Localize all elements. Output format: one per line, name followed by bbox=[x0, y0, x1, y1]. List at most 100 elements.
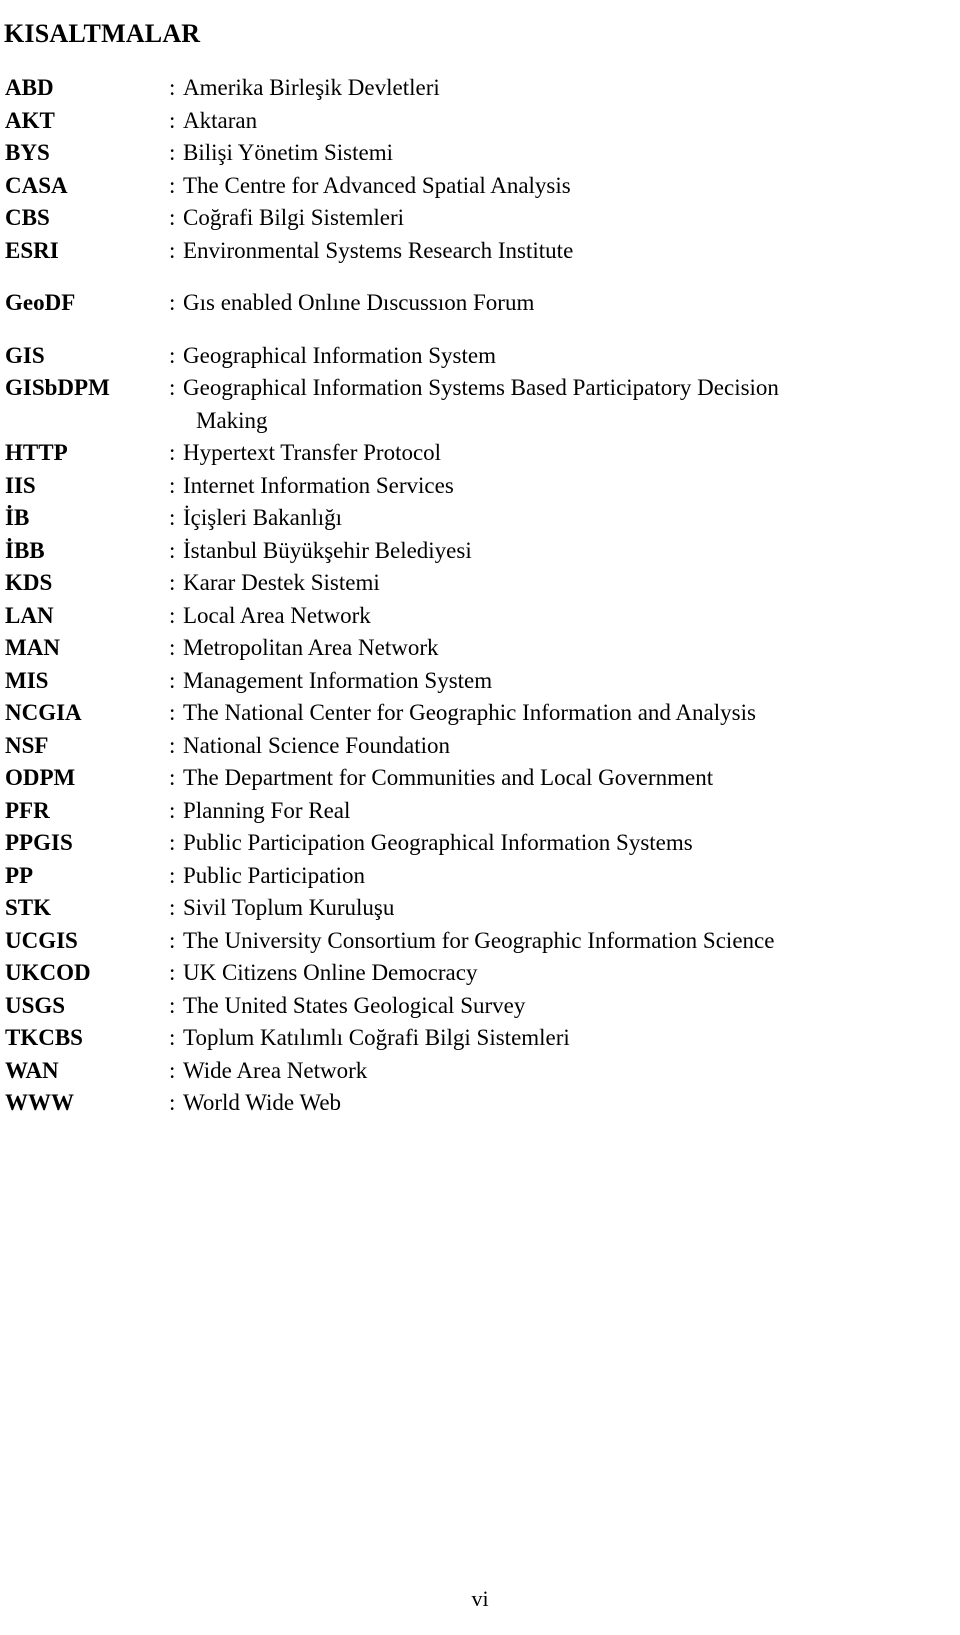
abbreviation-definition: Planning For Real bbox=[183, 797, 351, 823]
abbreviation-row: CASA: The Centre for Advanced Spatial Ana… bbox=[0, 170, 960, 203]
abbreviation-separator: : bbox=[169, 375, 176, 400]
abbreviation-definition: Coğrafi Bilgi Sistemleri bbox=[183, 205, 405, 230]
abbreviation-row: ABD: Amerika Birleşik Devletleri bbox=[0, 72, 960, 105]
abbreviation-row: WWW: World Wide Web bbox=[0, 1087, 960, 1120]
abbreviation-term: TKCBS bbox=[5, 1025, 83, 1050]
abbreviation-term: İBB bbox=[5, 537, 45, 563]
abbreviation-definition: Internet Information Services bbox=[183, 472, 454, 498]
abbreviation-term: ABD bbox=[5, 75, 54, 100]
abbreviation-row: BYS: Bilişi Yönetim Sistemi bbox=[0, 137, 960, 170]
abbreviation-row: İB: İçişleri Bakanlığı bbox=[0, 502, 960, 535]
abbreviation-separator: : bbox=[169, 1090, 176, 1115]
abbreviation-term: PP bbox=[5, 862, 34, 888]
abbreviation-separator: : bbox=[169, 505, 176, 530]
abbreviation-separator: : bbox=[169, 237, 176, 263]
abbreviation-row: GIS: Geographical Information System bbox=[0, 340, 960, 373]
abbreviation-definition: World Wide Web bbox=[183, 1090, 342, 1115]
abbreviation-row: IIS: Internet Information Services bbox=[0, 470, 960, 503]
abbreviation-definition: Local Area Network bbox=[183, 602, 371, 628]
abbreviation-row: TKCBS: Toplum Katılımlı Coğrafi Bilgi Sis… bbox=[0, 1022, 960, 1055]
abbreviation-separator: : bbox=[169, 1025, 176, 1050]
abbreviation-definition: The National Center for Geographic Infor… bbox=[183, 700, 756, 725]
abbreviation-term: WAN bbox=[5, 1057, 59, 1083]
abbreviation-separator: : bbox=[169, 602, 176, 628]
abbreviation-definition: Environmental Systems Research Institute bbox=[183, 237, 574, 263]
abbreviation-definition: Amerika Birleşik Devletleri bbox=[183, 75, 440, 100]
abbreviation-separator: : bbox=[169, 75, 176, 100]
abbreviation-term: LAN bbox=[5, 602, 54, 628]
abbreviation-separator: : bbox=[169, 290, 176, 315]
abbreviation-definition: Hypertext Transfer Protocol bbox=[183, 440, 442, 465]
abbreviation-row: CBS: Coğrafi Bilgi Sistemleri bbox=[0, 202, 960, 235]
abbreviation-row: UCGIS: The University Consortium for Geog… bbox=[0, 925, 960, 958]
abbreviation-definition: National Science Foundation bbox=[183, 732, 450, 758]
abbreviation-row: KDS: Karar Destek Sistemi bbox=[0, 567, 960, 600]
abbreviation-definition: Aktaran bbox=[183, 107, 258, 133]
abbreviation-separator: : bbox=[169, 667, 176, 693]
abbreviation-separator: : bbox=[169, 635, 176, 660]
abbreviation-separator: : bbox=[169, 927, 176, 953]
abbreviation-term: UCGIS bbox=[5, 927, 78, 953]
abbreviation-term: MIS bbox=[5, 667, 49, 693]
abbreviation-definition: The Centre for Advanced Spatial Analysis bbox=[183, 172, 571, 198]
abbreviation-definition: İstanbul Büyükşehir Belediyesi bbox=[183, 537, 472, 563]
abbreviation-term: HTTP bbox=[5, 440, 68, 465]
abbreviation-separator: : bbox=[169, 205, 176, 230]
abbreviation-definition: İçişleri Bakanlığı bbox=[183, 505, 343, 530]
abbreviation-term: NSF bbox=[5, 732, 49, 758]
abbreviation-row: MAN: Metropolitan Area Network bbox=[0, 632, 960, 665]
abbreviation-row: HTTP: Hypertext Transfer Protocol bbox=[0, 437, 960, 470]
abbreviation-row: GISbDPM: Geographical Information Systems… bbox=[0, 372, 960, 405]
abbreviation-definition: Management Information System bbox=[183, 667, 493, 693]
abbreviation-definition: The Department for Communities and Local… bbox=[183, 765, 714, 790]
abbreviation-definition: Gıs enabled Onlıne Dıscussıon Forum bbox=[183, 290, 535, 315]
abbreviations-page: KISALTMALAR ABD: Amerika Birleşik Devletl… bbox=[0, 0, 960, 1635]
abbreviation-term: BYS bbox=[5, 140, 50, 165]
abbreviation-definition: Sivil Toplum Kuruluşu bbox=[183, 895, 395, 920]
abbreviation-term: IIS bbox=[5, 472, 36, 498]
abbreviation-definition: Toplum Katılımlı Coğrafi Bilgi Sistemler… bbox=[183, 1025, 570, 1050]
abbreviation-definition: Karar Destek Sistemi bbox=[183, 570, 380, 595]
abbreviation-separator: : bbox=[169, 1057, 176, 1083]
abbreviation-term: ESRI bbox=[5, 237, 59, 263]
abbreviation-row: USGS: The United States Geological Survey bbox=[0, 990, 960, 1023]
abbreviation-term: USGS bbox=[5, 992, 66, 1018]
abbreviation-definition: Bilişi Yönetim Sistemi bbox=[183, 140, 393, 165]
abbreviation-definition: Public Participation Geographical Inform… bbox=[183, 830, 693, 855]
abbreviation-separator: : bbox=[169, 700, 176, 725]
abbreviation-term: İB bbox=[5, 505, 30, 530]
abbreviation-row: PPGIS: Public Participation Geographical … bbox=[0, 827, 960, 860]
abbreviation-definition: Metropolitan Area Network bbox=[183, 635, 439, 660]
abbreviation-term: MAN bbox=[5, 635, 60, 660]
abbreviation-separator: : bbox=[169, 992, 176, 1018]
abbreviation-term: CBS bbox=[5, 205, 50, 230]
abbreviation-separator: : bbox=[169, 765, 176, 790]
abbreviation-term: GISbDPM bbox=[5, 375, 110, 400]
abbreviation-separator: : bbox=[169, 570, 176, 595]
abbreviation-row: PFR: Planning For Real bbox=[0, 795, 960, 828]
abbreviation-separator: : bbox=[169, 440, 176, 465]
abbreviation-separator: : bbox=[169, 537, 176, 563]
abbreviation-definition-continuation: Making bbox=[196, 407, 268, 433]
abbreviation-separator: : bbox=[169, 895, 176, 920]
abbreviation-row: MIS: Management Information System bbox=[0, 665, 960, 698]
abbreviation-row: PP: Public Participation bbox=[0, 860, 960, 893]
abbreviation-term: GIS bbox=[5, 342, 45, 368]
abbreviation-term: STK bbox=[5, 895, 52, 920]
page-title: KISALTMALAR bbox=[4, 19, 201, 49]
abbreviation-separator: : bbox=[169, 797, 176, 823]
abbreviation-separator: : bbox=[169, 472, 176, 498]
abbreviation-definition-continuation-row: Making bbox=[0, 405, 960, 438]
abbreviation-separator: : bbox=[169, 172, 176, 198]
abbreviation-definition: Public Participation bbox=[183, 862, 366, 888]
abbreviations-list: ABD: Amerika Birleşik Devletleri AKT: Aktar… bbox=[0, 72, 960, 1120]
abbreviation-definition: The United States Geological Survey bbox=[183, 992, 526, 1018]
abbreviation-term: KDS bbox=[5, 570, 53, 595]
abbreviation-term: GeoDF bbox=[5, 290, 76, 315]
abbreviation-term: AKT bbox=[5, 107, 55, 133]
abbreviation-separator: : bbox=[169, 960, 176, 985]
abbreviation-row: NCGIA: The National Center for Geographic… bbox=[0, 697, 960, 730]
abbreviation-definition: The University Consortium for Geographic… bbox=[183, 927, 775, 953]
page-number: vi bbox=[471, 1586, 489, 1611]
abbreviation-separator: : bbox=[169, 862, 176, 888]
